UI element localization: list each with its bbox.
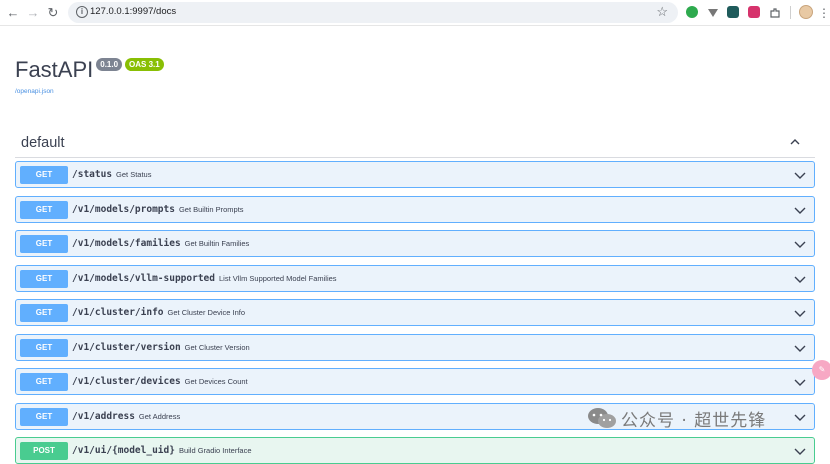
method-badge: GET	[20, 373, 68, 391]
back-icon[interactable]: ←	[4, 4, 22, 22]
chevron-down-icon[interactable]	[794, 446, 806, 456]
method-badge: GET	[20, 166, 68, 184]
operation-path: /v1/cluster/version Get Cluster Version	[72, 342, 250, 353]
operation-path: /v1/ui/{model_uid} Build Gradio Interface	[72, 445, 252, 456]
extension-green-icon[interactable]	[686, 6, 698, 18]
operation-get-models-prompts[interactable]: GET /v1/models/prompts Get Builtin Prompt…	[15, 196, 815, 223]
operation-summary: Get Status	[116, 170, 152, 179]
watermark-text: 公众号 · 超世先锋	[621, 410, 767, 431]
browser-toolbar: ← → ↻ i 127.0.0.1:9997/docs ☆ ⋮	[0, 0, 830, 26]
operation-get-cluster-version[interactable]: GET /v1/cluster/version Get Cluster Versi…	[15, 334, 815, 361]
operation-summary: Get Cluster Version	[184, 343, 250, 352]
chevron-down-icon[interactable]	[794, 377, 806, 387]
chevron-down-icon[interactable]	[794, 308, 806, 318]
chevron-down-icon[interactable]	[794, 205, 806, 215]
operation-path: /v1/models/prompts Get Builtin Prompts	[72, 204, 244, 215]
operation-summary: Get Address	[138, 412, 181, 421]
operation-path: /v1/cluster/info Get Cluster Device Info	[72, 307, 246, 318]
method-badge: GET	[20, 339, 68, 357]
method-badge: GET	[20, 304, 68, 322]
operation-summary: Build Gradio Interface	[178, 446, 252, 455]
operation-path: /v1/address Get Address	[72, 411, 181, 422]
method-badge: GET	[20, 235, 68, 253]
operation-summary: List Vllm Supported Model Families	[219, 274, 337, 283]
openapi-json-link[interactable]: /openapi.json	[15, 88, 164, 95]
forward-icon[interactable]: →	[24, 4, 42, 22]
chevron-down-icon[interactable]	[794, 343, 806, 353]
translate-bubble-icon[interactable]: ✎	[812, 360, 830, 380]
extension-teal-icon[interactable]	[727, 6, 739, 18]
chevron-down-icon[interactable]	[794, 274, 806, 284]
browser-menu-icon[interactable]: ⋮	[818, 4, 830, 22]
version-badge: 0.1.0	[96, 58, 123, 71]
operation-path: /status Get Status	[72, 169, 152, 180]
bookmark-star-icon[interactable]: ☆	[656, 4, 668, 20]
section-title: default	[21, 135, 65, 151]
chevron-down-icon[interactable]	[794, 239, 806, 249]
extensions-puzzle-icon[interactable]	[769, 6, 781, 18]
operation-get-status[interactable]: GET /status Get Status	[15, 161, 815, 188]
method-badge: GET	[20, 408, 68, 426]
address-bar[interactable]: i 127.0.0.1:9997/docs ☆	[68, 2, 678, 23]
wechat-logo-icon	[588, 408, 616, 428]
watermark: 公众号 · 超世先锋	[587, 405, 766, 431]
extension-pink-icon[interactable]	[748, 6, 760, 18]
method-badge: GET	[20, 201, 68, 219]
site-info-icon[interactable]: i	[76, 6, 88, 18]
operation-path: /v1/models/vllm-supported List Vllm Suppo…	[72, 273, 337, 284]
operation-summary: Get Builtin Prompts	[178, 205, 244, 214]
chevron-down-icon[interactable]	[794, 170, 806, 180]
operation-summary: Get Devices Count	[184, 377, 248, 386]
operation-path: /v1/models/families Get Builtin Families	[72, 238, 250, 249]
operation-summary: Get Builtin Families	[184, 239, 250, 248]
operation-path: /v1/cluster/devices Get Devices Count	[72, 376, 248, 387]
extension-filter-icon[interactable]	[707, 6, 719, 18]
reload-icon[interactable]: ↻	[44, 4, 62, 22]
api-info: FastAPI 0.1.0 OAS 3.1 /openapi.json	[15, 56, 164, 95]
operation-get-cluster-devices[interactable]: GET /v1/cluster/devices Get Devices Count	[15, 368, 815, 395]
tag-section-default[interactable]: default	[15, 132, 815, 158]
method-badge: POST	[20, 442, 68, 460]
operation-post-ui-model-uid[interactable]: POST /v1/ui/{model_uid} Build Gradio Inte…	[15, 437, 815, 464]
api-title: FastAPI	[15, 57, 94, 82]
chevron-up-icon[interactable]	[789, 136, 801, 148]
profile-avatar[interactable]	[799, 5, 813, 19]
operation-get-models-families[interactable]: GET /v1/models/families Get Builtin Famil…	[15, 230, 815, 257]
method-badge: GET	[20, 270, 68, 288]
operation-summary: Get Cluster Device Info	[167, 308, 246, 317]
oas-badge: OAS 3.1	[125, 58, 164, 71]
operation-get-models-vllm-supported[interactable]: GET /v1/models/vllm-supported List Vllm S…	[15, 265, 815, 292]
toolbar-divider	[790, 6, 791, 19]
url-text: 127.0.0.1:9997/docs	[90, 6, 177, 17]
operation-get-cluster-info[interactable]: GET /v1/cluster/info Get Cluster Device I…	[15, 299, 815, 326]
chevron-down-icon[interactable]	[794, 412, 806, 422]
